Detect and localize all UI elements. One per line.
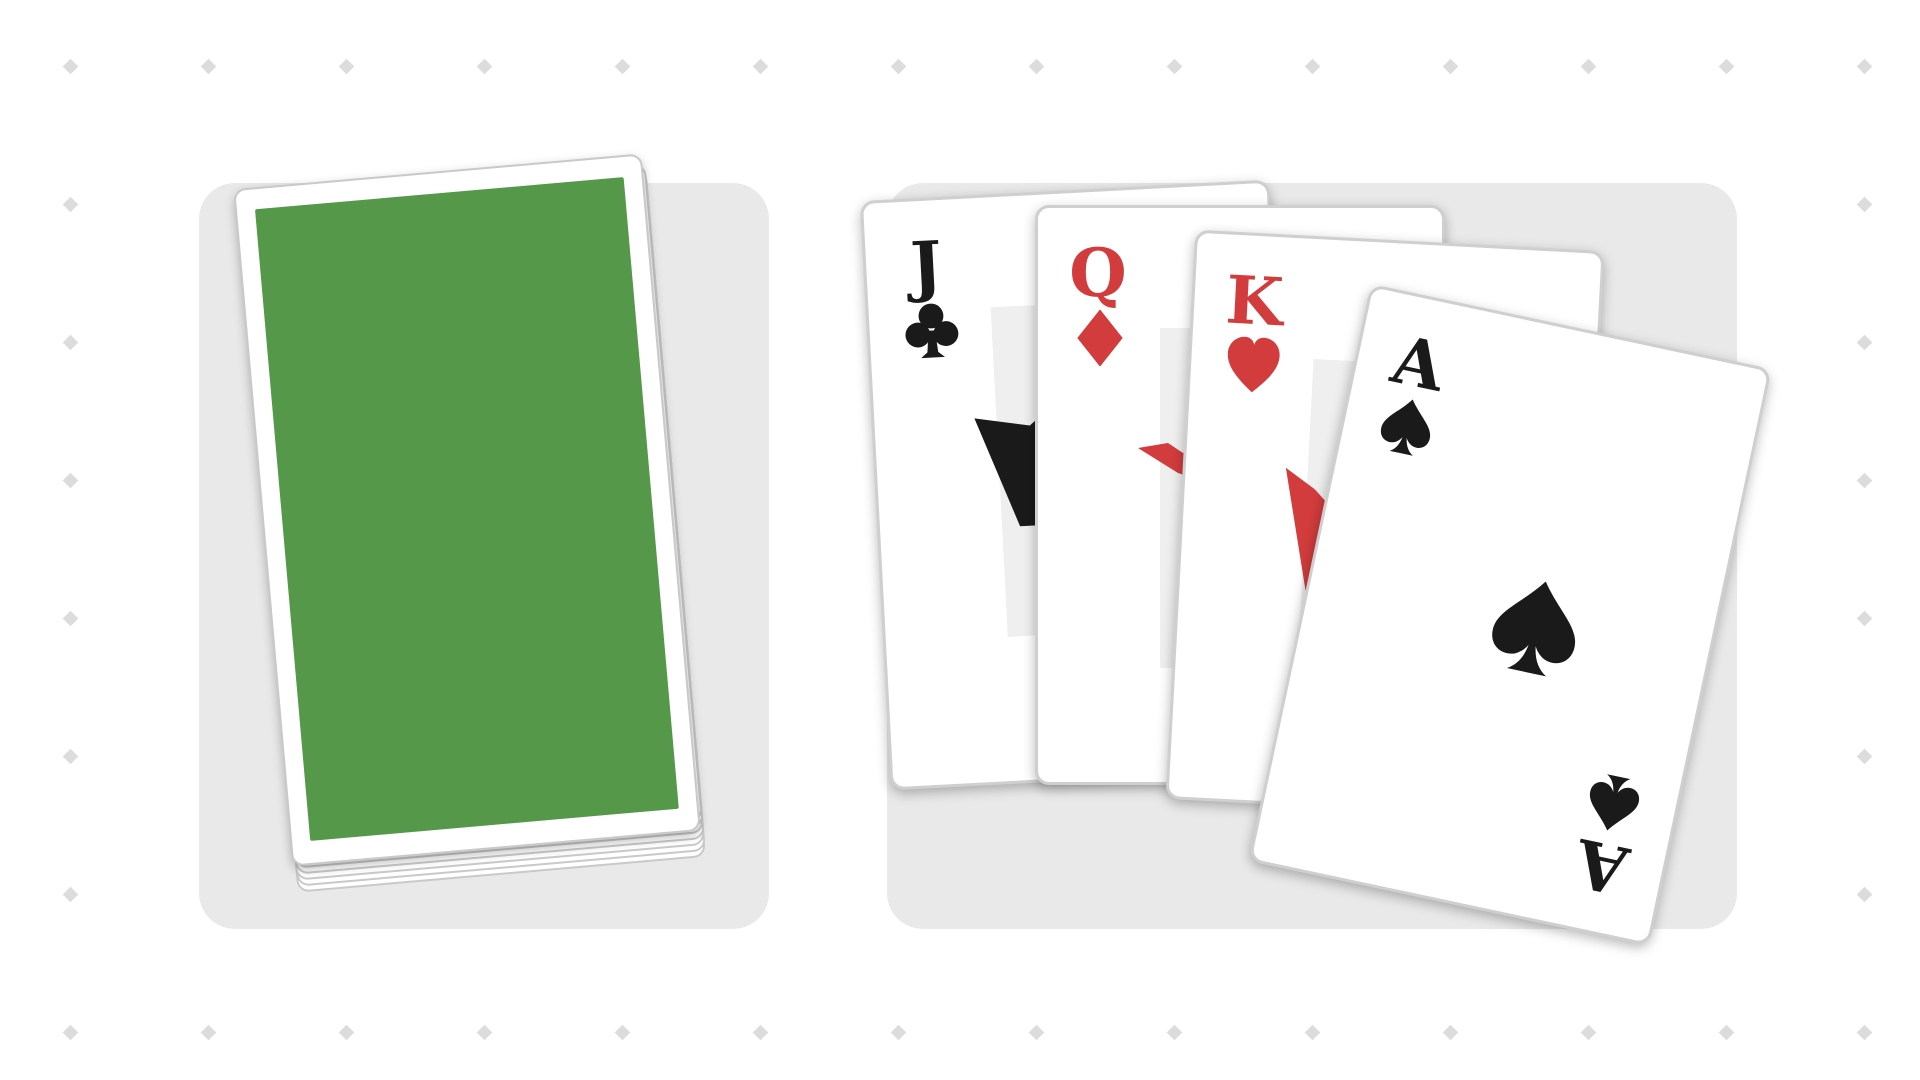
grid-dot <box>62 748 79 765</box>
grid-dot <box>62 610 79 627</box>
game-board: J Q K A A <box>0 0 1920 1080</box>
grid-dot <box>614 1024 631 1041</box>
grid-dot <box>1856 610 1873 627</box>
grid-dot <box>752 58 769 75</box>
grid-dot <box>1856 472 1873 489</box>
grid-dot <box>1718 58 1735 75</box>
grid-dot <box>62 886 79 903</box>
grid-dot <box>1856 58 1873 75</box>
grid-dot <box>62 334 79 351</box>
grid-dot <box>1580 58 1597 75</box>
grid-dot <box>476 1024 493 1041</box>
grid-dot <box>752 1024 769 1041</box>
card-rank: Q <box>1069 234 1127 312</box>
grid-dot <box>62 196 79 213</box>
heart-icon <box>1227 336 1280 393</box>
club-icon <box>905 303 959 359</box>
grid-dot <box>1856 1024 1873 1041</box>
grid-dot <box>62 58 79 75</box>
grid-dot <box>338 58 355 75</box>
card-rank: A <box>1385 319 1452 407</box>
grid-dot <box>890 1024 907 1041</box>
grid-dot <box>890 58 907 75</box>
card-rank-bottom: A <box>1568 823 1635 911</box>
spade-icon <box>1380 399 1431 456</box>
grid-dot <box>1718 1024 1735 1041</box>
grid-dot <box>62 1024 79 1041</box>
grid-dot <box>1304 1024 1321 1041</box>
card-back <box>254 177 679 841</box>
grid-dot <box>614 58 631 75</box>
spade-center-icon <box>1492 581 1576 677</box>
deck-top-card[interactable] <box>233 153 701 867</box>
card-rank: K <box>1223 260 1286 342</box>
grid-dot <box>1856 748 1873 765</box>
grid-dot <box>62 472 79 489</box>
grid-dot <box>1442 1024 1459 1041</box>
grid-dot <box>1304 58 1321 75</box>
grid-dot <box>1856 196 1873 213</box>
grid-dot <box>476 58 493 75</box>
grid-dot <box>1166 1024 1183 1041</box>
card-rank: J <box>908 225 944 306</box>
grid-dot <box>1028 58 1045 75</box>
grid-dot <box>1028 1024 1045 1041</box>
grid-dot <box>1166 58 1183 75</box>
grid-dot <box>200 1024 217 1041</box>
grid-dot <box>1580 1024 1597 1041</box>
grid-dot <box>1442 58 1459 75</box>
grid-dot <box>1856 886 1873 903</box>
grid-dot <box>200 58 217 75</box>
grid-dot <box>338 1024 355 1041</box>
diamond-icon <box>1077 309 1123 367</box>
grid-dot <box>1856 334 1873 351</box>
